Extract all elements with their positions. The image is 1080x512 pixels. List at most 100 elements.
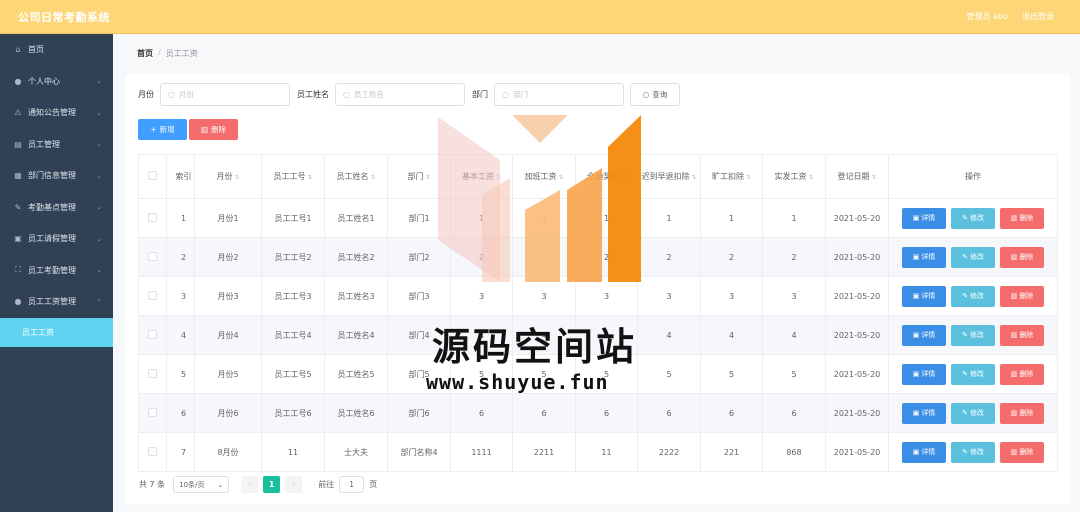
sidebar-subitem-salary[interactable]: 员工工资 xyxy=(0,317,113,347)
document-icon: ▣ xyxy=(912,370,920,378)
column-header[interactable]: 加班工资 ⇅ xyxy=(512,154,576,199)
sidebar-item-label: 员工请假管理 xyxy=(28,234,76,244)
edit-button[interactable]: ✎ 修改 xyxy=(951,246,995,268)
column-header[interactable]: 员工姓名 ⇅ xyxy=(324,154,388,199)
department-filter-input[interactable]: ○ 部门 xyxy=(494,83,624,106)
sidebar-item[interactable]: ▦ 部门信息管理 ⌄ xyxy=(0,160,113,192)
trash-icon: ▥ xyxy=(1010,214,1018,222)
sort-icon[interactable]: ⇅ xyxy=(621,174,626,181)
row-checkbox[interactable] xyxy=(148,251,157,261)
delete-button[interactable]: ▥ 删除 xyxy=(1000,207,1044,229)
detail-label: 详情 xyxy=(921,292,936,300)
query-button[interactable]: ○ 查询 xyxy=(630,83,680,106)
logout-link[interactable]: 退出登录 xyxy=(1022,11,1054,22)
column-header-label: 索引 xyxy=(175,172,192,181)
edit-button[interactable]: ✎ 修改 xyxy=(951,363,995,385)
detail-button[interactable]: ▣ 详情 xyxy=(902,441,946,463)
row-checkbox[interactable] xyxy=(148,407,157,417)
sort-icon[interactable]: ⇅ xyxy=(746,174,751,181)
column-header[interactable]: 登记日期 ⇅ xyxy=(825,154,889,199)
breadcrumb-home[interactable]: 首页 xyxy=(137,48,153,59)
table-cell: 1 xyxy=(637,198,701,238)
sidebar-item[interactable]: ▣ 员工请假管理 ⌄ xyxy=(0,223,113,255)
detail-button[interactable]: ▣ 详情 xyxy=(902,402,946,424)
sort-icon[interactable]: ⇅ xyxy=(871,174,876,181)
delete-button[interactable]: ▥ 删除 xyxy=(1000,324,1044,346)
table-cell: 2 xyxy=(512,237,576,277)
column-header[interactable]: 旷工扣除 ⇅ xyxy=(700,154,763,199)
select-all-checkbox[interactable] xyxy=(148,171,157,180)
sidebar-item[interactable]: ✎ 考勤基点管理 ⌄ xyxy=(0,192,113,224)
table-cell: 员工工号5 xyxy=(261,354,325,394)
sidebar-item[interactable]: ⚠ 通知公告管理 ⌄ xyxy=(0,97,113,129)
trash-icon: ▥ xyxy=(1010,253,1018,261)
detail-button[interactable]: ▣ 详情 xyxy=(902,363,946,385)
table-cell: 2 xyxy=(637,237,701,277)
sort-icon[interactable]: ⇅ xyxy=(496,174,501,181)
column-header[interactable]: 全勤奖励 ⇅ xyxy=(575,154,638,199)
table-cell: 月份5 xyxy=(194,354,262,394)
sort-icon[interactable]: ⇅ xyxy=(808,174,813,181)
column-header[interactable]: 员工工号 ⇅ xyxy=(261,154,325,199)
edit-button[interactable]: ✎ 修改 xyxy=(951,324,995,346)
delete-button[interactable]: ▥ 删除 xyxy=(1000,285,1044,307)
page-number-button[interactable]: 1 xyxy=(263,476,281,493)
sort-icon[interactable]: ⇅ xyxy=(234,174,239,181)
detail-button[interactable]: ▣ 详情 xyxy=(902,246,946,268)
chevron-down-icon: ⌄ xyxy=(96,171,102,180)
edit-label: 修改 xyxy=(969,292,984,300)
sort-icon[interactable]: ⇅ xyxy=(425,174,430,181)
admin-user-label[interactable]: 管理员 abo xyxy=(967,11,1008,22)
row-checkbox[interactable] xyxy=(148,329,157,339)
delete-label: 删除 xyxy=(1019,214,1034,222)
column-header: 索引 xyxy=(166,154,195,199)
sort-icon[interactable]: ⇅ xyxy=(370,174,375,181)
month-filter-input[interactable]: ○ 月份 xyxy=(160,83,290,106)
column-header[interactable]: 迟到早退扣除 ⇅ xyxy=(637,154,701,199)
row-checkbox[interactable] xyxy=(148,212,157,222)
row-checkbox[interactable] xyxy=(148,368,157,378)
sort-icon[interactable]: ⇅ xyxy=(307,174,312,181)
column-header[interactable]: 实发工资 ⇅ xyxy=(762,154,826,199)
detail-button[interactable]: ▣ 详情 xyxy=(902,324,946,346)
delete-button[interactable]: ▥ 删除 xyxy=(1000,363,1044,385)
goto-page-input[interactable]: 1 xyxy=(339,476,365,493)
prev-page-button[interactable]: ‹ xyxy=(241,476,259,493)
attendance-point-icon: ✎ xyxy=(14,202,22,212)
sidebar-item[interactable]: ⌂ 首页 xyxy=(0,34,113,66)
detail-button[interactable]: ▣ 详情 xyxy=(902,207,946,229)
select-all-checkbox-cell xyxy=(138,154,167,199)
column-header-label: 部门 xyxy=(407,172,424,181)
document-icon: ▣ xyxy=(912,409,920,417)
table-cell: 3 xyxy=(575,276,638,316)
delete-button[interactable]: ▥ 删除 xyxy=(1000,402,1044,424)
sort-icon[interactable]: ⇅ xyxy=(558,174,563,181)
edit-button[interactable]: ✎ 修改 xyxy=(951,402,995,424)
sort-icon[interactable]: ⇅ xyxy=(691,174,696,181)
name-filter-input[interactable]: ○ 员工姓名 xyxy=(335,83,465,106)
column-header[interactable]: 月份 ⇅ xyxy=(194,154,262,199)
edit-label: 修改 xyxy=(969,214,984,222)
sidebar-item[interactable]: ● 个人中心 ⌄ xyxy=(0,66,113,98)
next-page-button[interactable]: › xyxy=(285,476,303,493)
table-cell: 2 xyxy=(575,237,638,277)
column-header[interactable]: 基本工资 ⇅ xyxy=(450,154,513,199)
sidebar-item[interactable]: ▤ 员工管理 ⌄ xyxy=(0,129,113,161)
page-size-select[interactable]: 10条/页 ⌄ xyxy=(173,476,230,493)
column-header[interactable]: 部门 ⇅ xyxy=(387,154,451,199)
row-checkbox[interactable] xyxy=(148,290,157,300)
edit-button[interactable]: ✎ 修改 xyxy=(951,207,995,229)
detail-button[interactable]: ▣ 详情 xyxy=(902,285,946,307)
row-actions-cell: ▣ 详情 ✎ 修改 ▥ 删除 xyxy=(888,315,1058,355)
table-cell: 部门1 xyxy=(387,198,451,238)
sidebar-item[interactable]: ● 员工工资管理 ⌃ xyxy=(0,286,113,318)
sidebar-item[interactable]: ⛶ 员工考勤管理 ⌄ xyxy=(0,255,113,287)
edit-button[interactable]: ✎ 修改 xyxy=(951,441,995,463)
row-checkbox[interactable] xyxy=(148,446,157,456)
delete-button[interactable]: ▥ 删除 xyxy=(1000,246,1044,268)
delete-button[interactable]: ▥ 删除 xyxy=(1000,441,1044,463)
add-button[interactable]: + 新增 xyxy=(138,119,187,140)
batch-delete-button[interactable]: ▥ 删除 xyxy=(189,119,238,140)
edit-button[interactable]: ✎ 修改 xyxy=(951,285,995,307)
table-cell: 3 xyxy=(512,276,576,316)
